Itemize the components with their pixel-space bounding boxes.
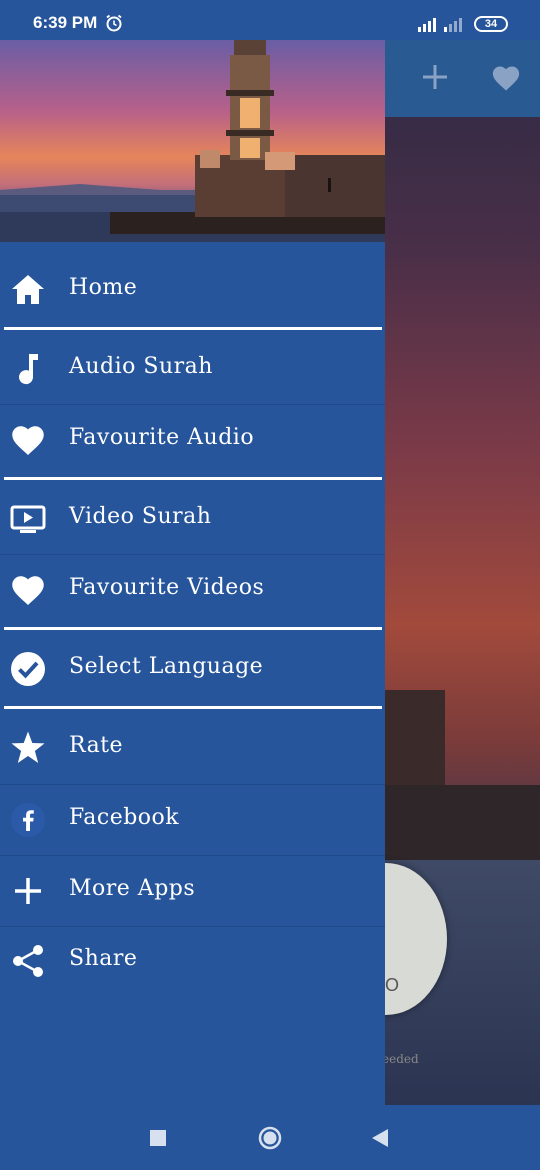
heart-icon[interactable] (491, 64, 521, 92)
recents-button[interactable] (140, 1105, 176, 1170)
circle-text: O (385, 975, 400, 995)
heart-icon (12, 576, 44, 605)
menu-item-rate[interactable]: Rate (0, 713, 385, 783)
menu-item-label: Home (69, 275, 138, 300)
share-icon (13, 945, 43, 977)
menu-item-share[interactable]: Share (0, 926, 385, 996)
menu-item-label: Favourite Videos (69, 575, 265, 600)
signal-icon (418, 18, 436, 32)
status-time: 6:39 PM (33, 13, 98, 32)
menu-item-favourite-videos[interactable]: Favourite Videos (0, 555, 385, 625)
menu-item-more-apps[interactable]: More Apps (0, 856, 385, 926)
menu-item-facebook[interactable]: Facebook (0, 785, 385, 855)
home-button[interactable] (252, 1105, 288, 1170)
plus-icon (15, 878, 41, 904)
home-icon (12, 275, 44, 304)
background-pier (385, 785, 540, 860)
menu-item-favourite-audio[interactable]: Favourite Audio (0, 405, 385, 475)
menu-item-label: Audio Surah (69, 354, 213, 379)
menu-item-label: Favourite Audio (69, 425, 255, 450)
menu-item-label: Select Language (69, 654, 264, 679)
heart-icon (12, 426, 44, 455)
tv-play-icon (10, 505, 46, 533)
section-divider (4, 627, 382, 630)
menu-item-select-language[interactable]: Select Language (0, 634, 385, 704)
menu-item-label: Share (69, 946, 138, 971)
alarm-icon (106, 14, 122, 32)
signal-icon (444, 18, 462, 32)
star-icon (11, 731, 45, 763)
menu-item-label: Video Surah (69, 504, 212, 529)
section-divider (4, 327, 382, 330)
section-divider (4, 477, 382, 480)
lighthouse-image (0, 40, 385, 242)
navigation-drawer: Home Audio Surah Favourite Audio Video S… (0, 40, 385, 1105)
background-app: O n Needed (385, 40, 540, 1105)
menu-item-label: More Apps (69, 876, 196, 901)
status-bar: 6:39 PM 34 (0, 0, 540, 40)
background-toolbar (385, 40, 540, 117)
menu-item-home[interactable]: Home (0, 255, 385, 325)
footer-text: n Needed (385, 1052, 419, 1066)
music-note-icon (19, 354, 38, 385)
menu-item-label: Facebook (69, 805, 180, 830)
system-nav-bar (0, 1105, 540, 1170)
check-circle-icon (11, 652, 45, 686)
section-divider (4, 706, 382, 709)
facebook-icon (11, 803, 45, 837)
menu-item-video-surah[interactable]: Video Surah (0, 484, 385, 554)
battery-icon: 34 (474, 16, 508, 32)
drawer-header-image (0, 40, 385, 242)
back-button[interactable] (362, 1105, 398, 1170)
menu-item-label: Rate (69, 733, 124, 758)
add-icon[interactable] (421, 63, 449, 91)
battery-level: 34 (484, 18, 498, 30)
menu-item-audio-surah[interactable]: Audio Surah (0, 334, 385, 404)
